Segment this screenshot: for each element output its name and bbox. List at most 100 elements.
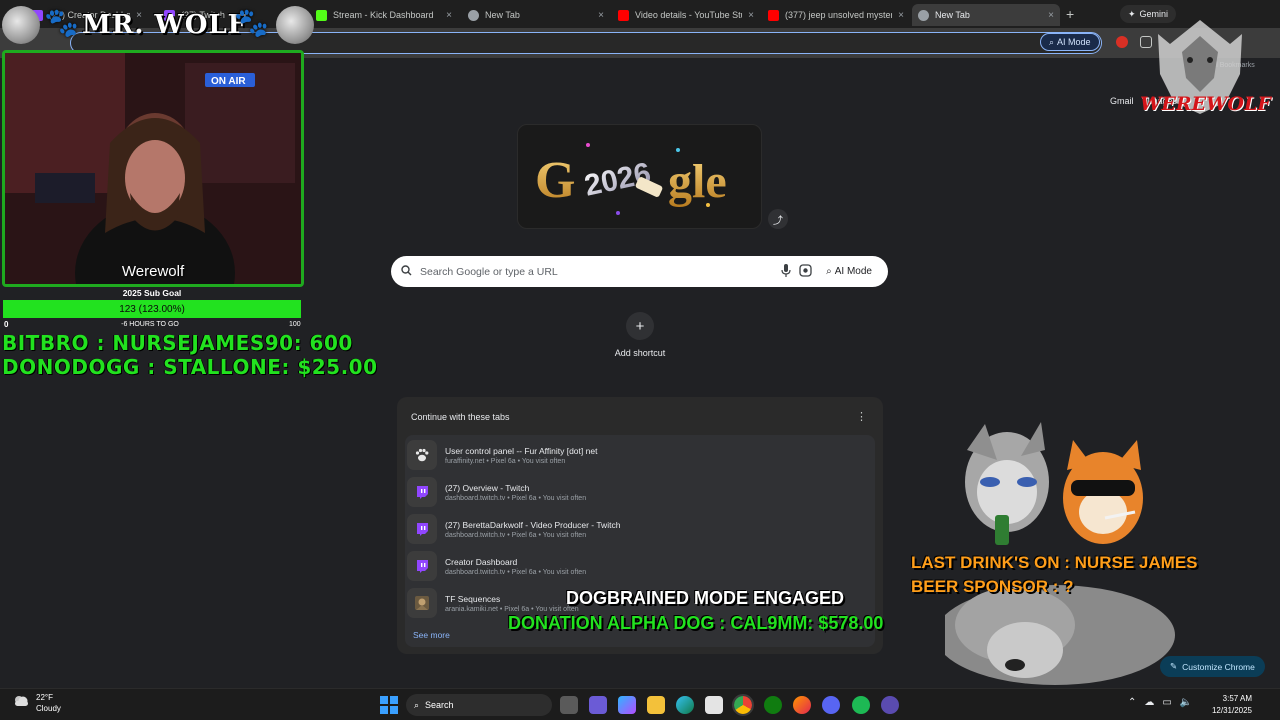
tab-meta: arania.kamiki.net • Pixel 6a • You visit… [445,605,579,613]
overlay-logo-bar: 🐾 MR. WOLF 🐾 [0,0,318,52]
alert-title: DOGBRAINED MODE ENGAGED [566,588,845,608]
werewolf-tv-logo-text: WEREWOLF [1140,93,1271,115]
tab-title: Stream - Kick Dashboard [333,10,434,20]
list-item[interactable]: (27) BerettaDarkwolf - Video Producer - … [405,511,875,547]
tab-title: User control panel -- Fur Affinity [dot]… [445,445,598,456]
spotify-icon[interactable] [852,696,870,714]
ai-mode-label: AI Mode [834,266,872,277]
tab-close-icon[interactable]: × [1048,10,1054,21]
ai-mode-button[interactable]: ⌕ AI Mode [820,261,878,283]
tab-meta: dashboard.twitch.tv • Pixel 6a • You vis… [445,568,587,576]
store-icon[interactable] [705,696,723,714]
goal-time-left: -6 HOURS TO GO [121,321,179,328]
goal-title: 2025 Sub Goal [122,288,182,298]
edge-icon[interactable] [676,696,694,714]
moon-icon [2,6,40,44]
taskbar-search[interactable]: ⌕ Search [406,694,552,716]
list-item[interactable]: (27) Overview - Twitch dashboard.twitch.… [405,474,875,510]
windows-start-icon[interactable] [380,696,398,714]
network-icon[interactable]: ▭ [1162,697,1171,708]
windows-taskbar: 22°F Cloudy ⌕ Search ⌃ ☁ ▭ 🔈 3:57 AM 12/… [0,688,1280,720]
tab-close-icon[interactable]: × [748,10,754,21]
paw-icon [407,440,437,470]
xbox-icon[interactable] [764,696,782,714]
cloud-sync-icon[interactable]: ☁ [1144,697,1154,708]
teams-icon[interactable] [589,696,607,714]
tab-title: (27) Overview - Twitch [445,482,530,493]
file-explorer-icon[interactable] [647,696,665,714]
webcam-video: ON AIR [5,53,301,284]
twitch-icon [407,551,437,581]
see-more-link[interactable]: See more [413,630,450,640]
tab-close-icon[interactable]: × [598,10,604,21]
goal-max-label: 100 [289,321,301,328]
tab-title: (27) BerettaDarkwolf - Video Producer - … [445,519,621,530]
twitch-icon [407,514,437,544]
donation-ticker: DONODOGG : STALLONE: $25.00 [2,355,378,379]
werewolf-tv-logo [1158,20,1242,114]
tab-close-icon[interactable]: × [898,10,904,21]
weather-widget[interactable]: 22°F Cloudy [12,692,61,714]
chevron-up-icon[interactable]: ⌃ [1128,697,1136,708]
doodle-2026-image: G 2026 gle [535,143,727,215]
goal-progress-bar: 123 (123.00%) [3,300,301,318]
tab-title: Video details - YouTube Studio [635,10,742,20]
plus-icon: + [626,312,654,340]
tab-meta: dashboard.twitch.tv • Pixel 6a • You vis… [445,494,587,502]
tab-title: Creator Dashboard [445,556,518,567]
add-shortcut-label: Add shortcut [614,348,666,358]
chrome-icon[interactable] [732,694,754,716]
tab-meta: dashboard.twitch.tv • Pixel 6a • You vis… [445,531,587,539]
clock-date: 12/31/2025 [1211,706,1252,715]
browser-tab[interactable]: New Tab × [462,4,610,26]
weather-temp: 22°F [36,693,53,702]
doodle-share-button[interactable]: ⤴ [768,209,788,229]
extension-icon[interactable] [1116,36,1128,48]
cloudy-weather-icon [12,694,30,713]
paw-icon: 🐾 [234,7,269,38]
task-view-icon[interactable] [560,696,578,714]
bits-ticker: BITBRO : NURSEJAMES90: 600 [2,331,353,355]
svg-text:G: G [535,152,575,209]
youtube-favicon-icon [618,9,629,21]
list-item[interactable]: Creator Dashboard dashboard.twitch.tv • … [405,548,875,584]
list-item[interactable]: User control panel -- Fur Affinity [dot]… [405,437,875,473]
browser-tab[interactable]: (377) jeep unsolved mysteries × [762,4,910,26]
system-tray: ⌃ ☁ ▭ 🔈 [1128,697,1192,708]
weather-desc: Cloudy [36,704,61,713]
search-icon: ⌕ [414,699,420,710]
browser-tab-active[interactable]: New Tab × [912,4,1060,26]
screen: (27) Creator Dashboard × (27) Twitch × S… [0,0,1280,720]
share-icon: ⤴ [773,215,783,227]
discord-icon[interactable] [822,696,840,714]
taskbar-search-label: Search [425,700,454,710]
taskbar-clock[interactable]: 3:57 AM 12/31/2025 [1206,693,1252,717]
copilot-icon[interactable] [618,696,636,714]
alert-donation: DONATION ALPHA DOG : CAL9MM: $578.00 [508,613,884,633]
media-player-icon[interactable] [881,696,899,714]
tab-meta: furaffinity.net • Pixel 6a • You visit o… [445,457,566,465]
paw-icon: 🐾 [44,7,79,38]
tab-close-icon[interactable]: × [446,10,452,21]
browser-tab[interactable]: Video details - YouTube Studio × [612,4,760,26]
customize-chrome-label: Customize Chrome [1182,661,1255,672]
microphone-icon[interactable] [781,263,791,280]
volume-icon[interactable]: 🔈 [1180,697,1192,708]
tab-title: New Tab [935,10,970,20]
new-tab-button[interactable]: + [1066,6,1074,22]
firefox-icon[interactable] [793,696,811,714]
twitch-icon [407,477,437,507]
add-shortcut-button[interactable]: + Add shortcut [610,312,670,358]
google-doodle[interactable]: G 2026 gle [517,124,762,229]
sparkle-icon: ✦ [1128,8,1136,19]
svg-text:gle: gle [668,155,727,208]
ntp-search-box[interactable]: Search Google or type a URL ⌕ AI Mode [391,256,888,287]
browser-tab[interactable]: Stream - Kick Dashboard × [310,4,458,26]
tab-title: (377) jeep unsolved mysteries [785,10,893,20]
google-lens-icon[interactable] [799,263,812,280]
more-options-icon[interactable]: ⋮ [856,410,867,423]
gmail-link[interactable]: Gmail [1110,96,1134,106]
search-input[interactable]: Search Google or type a URL [420,266,773,278]
webcam-frame: ON AIR Werewolf [2,50,304,287]
omnibox-ai-mode-button[interactable]: ⌕ AI Mode [1040,33,1100,51]
